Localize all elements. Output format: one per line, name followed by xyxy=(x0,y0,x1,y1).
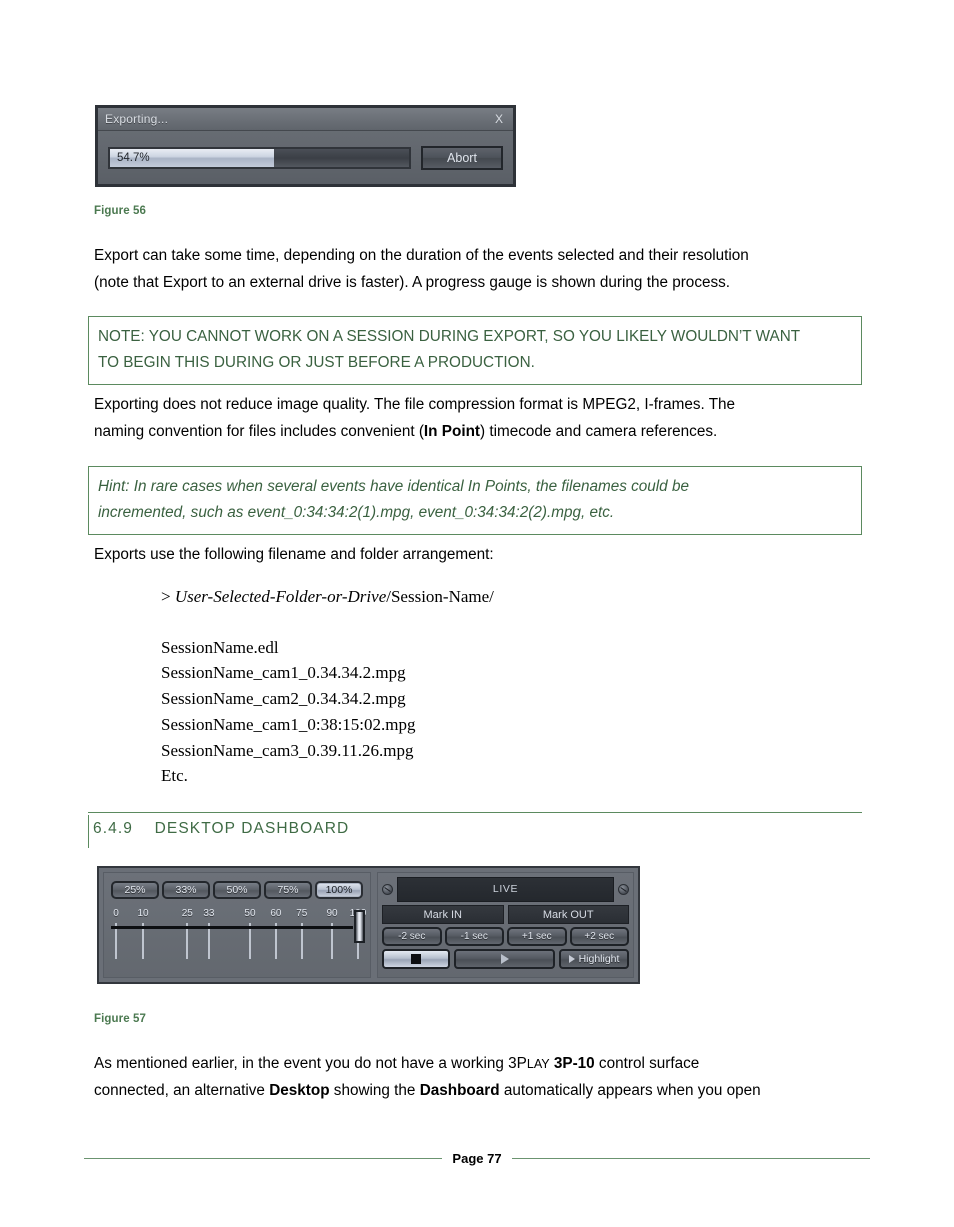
paragraph-image-quality: Exporting does not reduce image quality.… xyxy=(94,392,866,445)
dialog-body: 54.7% Abort xyxy=(98,131,513,184)
paragraph-line-2: connected, an alternative Desktop showin… xyxy=(94,1078,866,1105)
screw-icon xyxy=(382,883,393,895)
product-bold: 3P-10 xyxy=(553,1055,595,1072)
file-list-item: SessionName.edl xyxy=(161,637,279,657)
jog-minus-1-sec-button[interactable]: -1 sec xyxy=(444,927,504,946)
path-line: > User-Selected-Folder-or-Drive/Session-… xyxy=(161,584,494,610)
path-session-name: /Session-Name/ xyxy=(386,587,494,606)
text-fragment: As mentioned earlier, in the event you d… xyxy=(94,1055,527,1072)
jog-button-row: -2 sec -1 sec +1 sec +2 sec xyxy=(382,927,629,946)
paragraph-export-time: Export can take some time, depending on … xyxy=(94,243,866,296)
page-footer: Page 77 xyxy=(84,1151,870,1166)
paragraph-line-2: naming convention for files includes con… xyxy=(94,419,866,446)
paragraph-desktop-dashboard: As mentioned earlier, in the event you d… xyxy=(94,1051,866,1104)
dialog-title: Exporting... xyxy=(105,112,169,126)
paragraph-filename-arrangement: Exports use the following filename and f… xyxy=(94,546,494,563)
progress-percent-label: 54.7% xyxy=(117,151,150,164)
speed-panel: 25% 33% 50% 75% 100% 010253350607590100 xyxy=(103,872,371,978)
in-point-bold: In Point xyxy=(423,422,481,440)
document-page: Exporting... X 54.7% Abort Figure 56 Exp… xyxy=(0,0,954,1227)
play-button[interactable] xyxy=(454,949,555,969)
jog-plus-1-sec-button[interactable]: +1 sec xyxy=(507,927,567,946)
scale-label: 75 xyxy=(296,908,308,919)
path-example-block: > User-Selected-Folder-or-Drive/Session-… xyxy=(161,584,494,789)
highlight-button[interactable]: Highlight xyxy=(559,949,629,969)
live-display-row: LIVE xyxy=(382,876,629,902)
path-italic-folder: User-Selected-Folder-or-Drive xyxy=(174,587,387,606)
slider-handle[interactable] xyxy=(354,910,365,943)
scale-label: 60 xyxy=(270,908,282,919)
note-callout-box: NOTE: YOU CANNOT WORK ON A SESSION DURIN… xyxy=(88,316,862,385)
speed-button-50[interactable]: 50% xyxy=(213,881,261,899)
hint-callout-box: Hint: In rare cases when several events … xyxy=(88,466,862,535)
file-list-item: SessionName_cam1_0.34.34.2.mpg xyxy=(161,663,406,683)
scale-label: 0 xyxy=(113,908,119,919)
note-line-1: NOTE: YOU CANNOT WORK ON A SESSION DURIN… xyxy=(98,328,801,345)
speed-button-75[interactable]: 75% xyxy=(264,881,312,899)
hint-line-1: Hint: In rare cases when several events … xyxy=(98,478,689,495)
text-fragment: automatically appears when you open xyxy=(499,1081,761,1099)
file-list-item: SessionName_cam3_0.39.11.26.mpg xyxy=(161,740,414,760)
mark-button-row: Mark IN Mark OUT xyxy=(382,905,629,924)
text-fragment: control surface xyxy=(594,1055,700,1072)
paragraph-line: Exporting does not reduce image quality.… xyxy=(94,396,736,413)
scale-label: 25 xyxy=(181,908,193,919)
page-number: Page 77 xyxy=(452,1151,502,1166)
smallcaps-fragment: LAY xyxy=(526,1057,550,1071)
paragraph-line: (note that Export to an external drive i… xyxy=(94,273,731,291)
figure-56-caption: Figure 56 xyxy=(94,205,147,217)
text-fragment: naming convention for files includes con… xyxy=(94,422,424,440)
text-fragment: ) timecode and camera references. xyxy=(480,422,718,440)
highlight-button-label: Highlight xyxy=(578,953,620,965)
hint-line-2: incremented, such as event_0:34:34:2(1).… xyxy=(98,504,615,521)
paragraph-line: As mentioned earlier, in the event you d… xyxy=(94,1051,866,1078)
desktop-bold: Desktop xyxy=(269,1081,330,1099)
scale-label: 50 xyxy=(244,908,256,919)
figure-57-caption: Figure 57 xyxy=(94,1013,147,1025)
note-line-2: TO BEGIN THIS DURING OR JUST BEFORE A PR… xyxy=(98,354,535,371)
stop-button[interactable] xyxy=(382,949,450,969)
abort-button[interactable]: Abort xyxy=(421,145,503,170)
file-list-item: Etc. xyxy=(161,766,188,786)
transport-button-row: Highlight xyxy=(382,949,629,969)
live-display: LIVE xyxy=(397,876,614,902)
transport-panel: LIVE Mark IN Mark OUT -2 sec -1 sec +1 s… xyxy=(377,872,634,978)
mark-out-button[interactable]: Mark OUT xyxy=(507,905,629,924)
speed-scale-labels: 010253350607590100 xyxy=(111,908,366,921)
scale-label: 10 xyxy=(137,908,149,919)
slider-track xyxy=(111,926,353,929)
footer-rule-right xyxy=(511,1158,870,1159)
speed-preset-row: 25% 33% 50% 75% 100% xyxy=(111,881,363,899)
text-fragment: showing the xyxy=(329,1081,420,1099)
heading-divider xyxy=(88,812,862,813)
footer-rule-left xyxy=(84,1158,443,1159)
section-heading: 6.4.9 DESKTOP DASHBOARD xyxy=(93,820,350,837)
speed-slider[interactable]: 010253350607590100 xyxy=(111,908,366,960)
jog-minus-2-sec-button[interactable]: -2 sec xyxy=(382,927,442,946)
mark-in-button[interactable]: Mark IN xyxy=(382,905,504,924)
text-fragment: connected, an alternative xyxy=(94,1081,270,1099)
dialog-titlebar: Exporting... X xyxy=(98,108,513,131)
paragraph-line: Export can take some time, depending on … xyxy=(94,247,749,264)
scale-label: 33 xyxy=(203,908,215,919)
path-prefix: > xyxy=(161,587,175,606)
file-list-item: SessionName_cam1_0:38:15:02.mpg xyxy=(161,714,416,734)
dashboard-bold: Dashboard xyxy=(419,1081,500,1099)
play-icon xyxy=(568,955,575,963)
play-icon xyxy=(500,954,509,964)
exporting-dialog: Exporting... X 54.7% Abort xyxy=(95,105,516,187)
export-progress-bar: 54.7% xyxy=(108,146,411,169)
speed-button-100[interactable]: 100% xyxy=(315,881,363,899)
scale-label: 90 xyxy=(326,908,338,919)
jog-plus-2-sec-button[interactable]: +2 sec xyxy=(569,927,629,946)
speed-button-33[interactable]: 33% xyxy=(162,881,210,899)
screw-icon xyxy=(618,883,629,895)
desktop-dashboard: 25% 33% 50% 75% 100% 010253350607590100 … xyxy=(97,866,640,984)
speed-button-25[interactable]: 25% xyxy=(111,881,159,899)
close-icon[interactable]: X xyxy=(492,112,506,126)
heading-accent-bar xyxy=(88,815,89,848)
stop-icon xyxy=(411,954,421,964)
file-list-item: SessionName_cam2_0.34.34.2.mpg xyxy=(161,689,406,709)
